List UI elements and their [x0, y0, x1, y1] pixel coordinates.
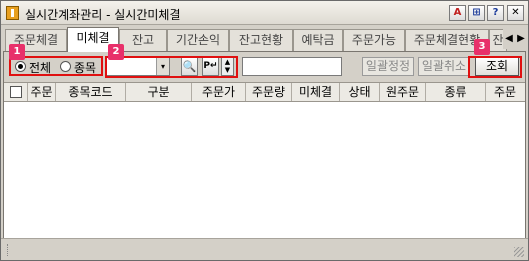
pin-button[interactable]: ⊞ [468, 5, 485, 21]
status-pane [7, 244, 11, 256]
tab-balance-status[interactable]: 잔고현황 [229, 29, 293, 51]
resize-grip-icon[interactable] [514, 247, 524, 257]
select-all-column [4, 83, 28, 101]
column-header[interactable]: 상태 [340, 83, 380, 101]
window-title: 실시간계좌관리 - 실시간미체결 [25, 8, 181, 22]
tab-bar: 주문체결 미체결 잔고 기간손익 잔고현황 예탁금 주문가능 주문체결현황 잔 … [1, 25, 528, 52]
tab-scroll-right-icon[interactable]: ▶ [515, 29, 527, 49]
tab-order-available[interactable]: 주문가능 [343, 29, 405, 51]
main-window: 실시간계좌관리 - 실시간미체결 A ⊞ ? ✕ 주문체결 미체결 잔고 기간손… [0, 0, 529, 261]
grid-header: 주문 종목코드 구분 주문가 주문량 미체결 상태 원주문 종류 주문 [4, 82, 525, 102]
tab-balance[interactable]: 잔고 [119, 29, 167, 51]
select-all-checkbox[interactable] [10, 86, 22, 98]
highlight-search-group [105, 56, 238, 78]
font-size-button[interactable]: A [449, 5, 466, 21]
stock-name-field[interactable] [242, 57, 342, 76]
column-header[interactable]: 주문 [486, 83, 525, 101]
grid-body[interactable] [4, 102, 525, 238]
column-header[interactable]: 미체결 [292, 83, 340, 101]
highlight-query-button [468, 56, 522, 78]
column-header[interactable]: 주문량 [246, 83, 292, 101]
bulk-modify-button[interactable]: 일괄정정 [362, 57, 414, 76]
close-button[interactable]: ✕ [507, 5, 524, 21]
marker-badge: 1 [9, 44, 25, 60]
column-header[interactable]: 주문가 [192, 83, 246, 101]
tab-deposit[interactable]: 예탁금 [293, 29, 343, 51]
title-bar[interactable]: 실시간계좌관리 - 실시간미체결 A ⊞ ? ✕ [1, 1, 528, 25]
column-header[interactable]: 구분 [126, 83, 192, 101]
column-header[interactable]: 원주문 [380, 83, 426, 101]
column-header[interactable]: 주문 [28, 83, 56, 101]
tab-period-pnl[interactable]: 기간손익 [167, 29, 229, 51]
content-panel: 전체 종목 ▾ 🔍 P↵ ▲ ▼ 일괄정정 일괄취소 조회 주문 종목코드 구분 [3, 51, 526, 257]
tab-scroll-left-icon[interactable]: ◀ [503, 29, 515, 49]
marker-badge: 3 [474, 39, 490, 55]
help-button[interactable]: ? [487, 5, 504, 21]
status-bar [1, 238, 528, 260]
column-header[interactable]: 종목코드 [56, 83, 126, 101]
column-header[interactable]: 종류 [426, 83, 486, 101]
bulk-cancel-button[interactable]: 일괄취소 [418, 57, 470, 76]
app-icon [6, 6, 19, 20]
marker-badge: 2 [108, 44, 124, 60]
